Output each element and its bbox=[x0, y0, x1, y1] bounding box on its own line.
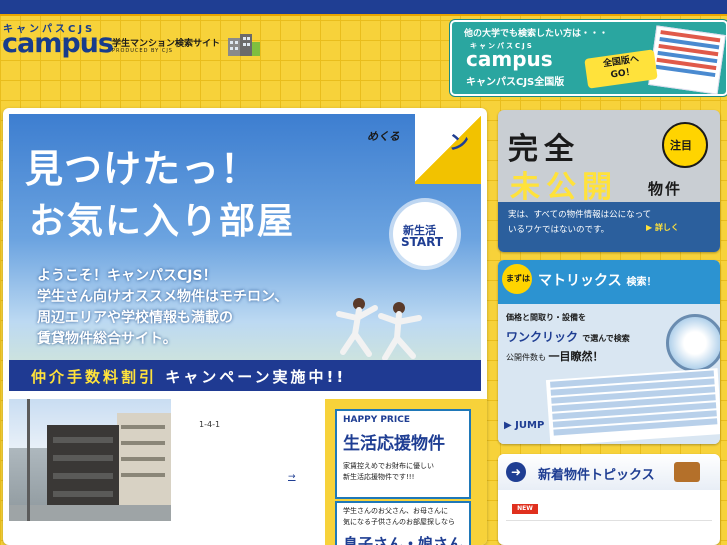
hero-intro-line: 賃貸物件総合サイト。 bbox=[37, 331, 177, 347]
matrix-title-main: マトリックス bbox=[538, 273, 622, 289]
matrix-body: 価格と間取り・設備を ワンクリック で選んで検索 公開件数も 一目瞭然！ ▶ J… bbox=[498, 304, 720, 444]
nationwide-promo-banner[interactable]: 他の大学でも検索したい方は・・・ キャンパスCJS campus キャンパスCJ… bbox=[450, 20, 727, 96]
matrix-line3: 公開件数も 一目瞭然！ bbox=[506, 348, 604, 364]
top-bar-shadow bbox=[0, 14, 727, 16]
kokai-details-link[interactable]: ▶ 詳しく bbox=[646, 222, 679, 233]
mazuha-badge: まずは bbox=[502, 264, 532, 294]
magnifier-icon bbox=[666, 314, 720, 372]
hero-intro-line: ようこそ！キャンパスCJS！ bbox=[37, 268, 217, 284]
matrix-title: マトリックス 検索！ bbox=[538, 270, 656, 290]
happy-price-desc: 家賃控えめでお財布に優しい 新生活応援物件です!!! bbox=[343, 461, 434, 483]
happy-price-desc-line: 新生活応援物件です!!! bbox=[343, 473, 415, 481]
hero-intro-line: 学生さん向けオススメ物件はモチロン、 bbox=[37, 289, 289, 305]
happy-price-card[interactable]: HAPPY PRICE 生活応援物件 家賃控えめでお財布に優しい 新生活応援物件… bbox=[335, 409, 471, 499]
matrix-line2-main: ワンクリック bbox=[506, 330, 579, 344]
promo-wordmark: campus bbox=[466, 47, 553, 71]
parents-desc: 学生さんのお父さん、お母さんに 気になる子供さんのお部屋探しなら bbox=[343, 506, 455, 528]
campaign-text-part2: キャンペーン実施中!! bbox=[165, 368, 347, 386]
matrix-line3-main: 公開件数も bbox=[506, 353, 546, 362]
matrix-line2: ワンクリック で選んで検索 bbox=[506, 328, 630, 345]
page-curl[interactable] bbox=[415, 114, 481, 184]
campaign-text: 仲介手数料割引 キャンペーン実施中!! bbox=[31, 366, 346, 387]
matrix-header: まずは マトリックス 検索！ bbox=[498, 260, 720, 304]
hero-intro-text: ようこそ！キャンパスCJS！ 学生さん向けオススメ物件はモチロン、 周辺エリアや… bbox=[37, 266, 288, 350]
topics-list: NEW bbox=[506, 500, 712, 540]
mazuha-label: まずは bbox=[506, 274, 530, 283]
matrix-search-card[interactable]: まずは マトリックス 検索！ 価格と間取り・設備を ワンクリック で選んで検索 … bbox=[498, 260, 720, 444]
happy-price-desc-line: 家賃控えめでお財布に優しい bbox=[343, 462, 434, 470]
new-badge: NEW bbox=[512, 504, 538, 514]
promo-question: 他の大学でも検索したい方は・・・ bbox=[464, 29, 609, 39]
kokai-mi: 未公開 bbox=[510, 170, 618, 205]
parents-desc-line: 気になる子供さんのお部屋探しなら bbox=[343, 518, 455, 526]
hero-title-line2: お気に入り部屋 bbox=[29, 201, 296, 242]
kokai-desc-line: いるワケではないのです。 bbox=[508, 225, 610, 235]
hero-title-line1: 見つけたっ！ bbox=[25, 147, 260, 191]
promo-subtitle: キャンパスCJS全国版 bbox=[466, 77, 565, 88]
matrix-jump-link[interactable]: ▶ JUMP bbox=[504, 420, 544, 431]
hero-intro-line: 周辺エリアや学校情報も満載の bbox=[37, 310, 233, 326]
new-topics-card: ➜ 新着物件トピックス NEW bbox=[498, 454, 720, 545]
promo-go-label: 全国版へ GO！ bbox=[590, 52, 653, 84]
apartment-building bbox=[47, 425, 119, 509]
logo-produced-by: PRODUCED BY CJS bbox=[112, 48, 173, 54]
hero-banner[interactable]: 見つけたっ！ お気に入り部屋 ン めくる 新生活 START ようこそ！キャンパ… bbox=[9, 114, 481, 391]
kokai-desc: 実は、すべての物件情報は公になって いるワケではないのです。 bbox=[508, 208, 651, 238]
badge-line2: START bbox=[401, 235, 444, 249]
property-photo[interactable] bbox=[9, 399, 171, 521]
main-panel: 見つけたっ！ お気に入り部屋 ン めくる 新生活 START ようこそ！キャンパ… bbox=[3, 108, 487, 545]
site-logo[interactable]: キャンパスCJS campus 学生マンション検索サイト PRODUCED BY… bbox=[0, 17, 270, 87]
topics-divider bbox=[506, 520, 712, 521]
property-arrow-link[interactable]: → bbox=[288, 472, 296, 482]
matrix-line1: 価格と間取り・設備を bbox=[506, 313, 586, 322]
parents-card[interactable]: 学生さんのお父さん、お母さんに 気になる子供さんのお部屋探しなら 息子さん・娘さ… bbox=[335, 501, 471, 545]
top-bar bbox=[0, 0, 727, 14]
campaign-strip[interactable]: 仲介手数料割引 キャンペーン実施中!! bbox=[9, 360, 481, 391]
matrix-title-suffix: 検索！ bbox=[626, 277, 657, 288]
page-curl-char: ン bbox=[449, 130, 469, 154]
kokai-bukken: 物件 bbox=[648, 180, 683, 198]
attention-badge-label: 注目 bbox=[670, 139, 692, 152]
new-life-badge: 新生活 START bbox=[393, 202, 457, 266]
road bbox=[9, 505, 171, 521]
unpublished-properties-card[interactable]: 完全 未公開 物件 注目 実は、すべての物件情報は公になって いるワケではないの… bbox=[498, 110, 720, 252]
matrix-line3-bold: 一目瞭然！ bbox=[548, 350, 604, 363]
building-icon bbox=[228, 34, 260, 56]
parents-heading: 息子さん・娘さん bbox=[343, 535, 464, 545]
neighbor-building bbox=[117, 413, 171, 509]
happy-price-title: HAPPY PRICE bbox=[343, 415, 410, 425]
happy-price-heading: 生活応援物件 bbox=[343, 434, 445, 454]
briefcase-icon bbox=[674, 462, 700, 482]
matrix-line2-suffix: で選んで検索 bbox=[582, 334, 630, 343]
topics-header: ➜ 新着物件トピックス bbox=[498, 454, 720, 490]
attention-badge: 注目 bbox=[662, 122, 708, 168]
matrix-jump-label: JUMP bbox=[515, 420, 545, 431]
matrix-table-preview bbox=[545, 368, 720, 444]
promo-thumbnail bbox=[648, 25, 726, 94]
property-address: 1-4-1 bbox=[199, 420, 221, 429]
happy-price-panel: HAPPY PRICE 生活応援物件 家賃控えめでお財布に優しい 新生活応援物件… bbox=[325, 399, 487, 545]
kokai-desc-line: 実は、すべての物件情報は公になって bbox=[508, 210, 652, 220]
topics-title: 新着物件トピックス bbox=[538, 468, 655, 483]
logo-wordmark: campus bbox=[2, 28, 114, 59]
campaign-text-part1: 仲介手数料割引 bbox=[31, 368, 158, 386]
utility-pole bbox=[27, 399, 30, 521]
arrow-right-icon: ➜ bbox=[506, 462, 526, 482]
mekuru-label: めくる bbox=[367, 130, 400, 143]
promo-go-button[interactable]: 全国版へ GO！ bbox=[584, 49, 658, 89]
parents-desc-line: 学生さんのお父さん、お母さんに bbox=[343, 507, 448, 515]
